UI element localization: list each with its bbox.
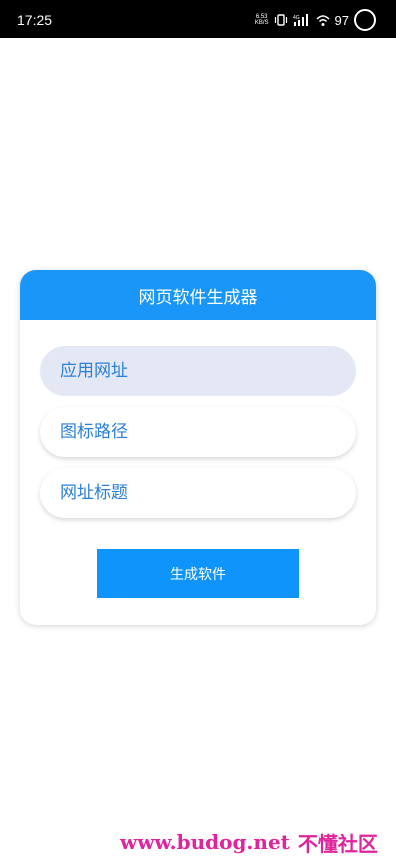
url-title-field[interactable] bbox=[40, 468, 356, 518]
net-speed: 6.53 KB/S bbox=[255, 14, 269, 26]
generator-card: 网页软件生成器 生成软件 bbox=[20, 270, 376, 625]
net-speed-unit: KB/S bbox=[254, 20, 269, 26]
status-time: 17:25 bbox=[17, 12, 53, 28]
vibrate-icon bbox=[274, 14, 287, 26]
status-icons: 6.53 KB/S 4G 97 bbox=[255, 8, 376, 32]
app-url-input[interactable] bbox=[60, 361, 356, 381]
url-title-input[interactable] bbox=[60, 483, 356, 503]
signal-4g-icon: 4G bbox=[293, 14, 308, 26]
wifi-icon bbox=[316, 15, 330, 26]
icon-path-field[interactable] bbox=[40, 407, 356, 457]
status-bar: 17:25 6.53 KB/S 4G 97 bbox=[0, 0, 396, 38]
watermark-text: 不懂社区 bbox=[297, 831, 378, 856]
app-url-field[interactable] bbox=[40, 346, 356, 396]
card-title: 网页软件生成器 bbox=[20, 270, 376, 320]
icon-path-input[interactable] bbox=[60, 422, 356, 442]
battery-level: 97 bbox=[334, 12, 349, 28]
battery-ring-icon bbox=[354, 9, 376, 31]
generate-button[interactable]: 生成软件 bbox=[97, 549, 299, 598]
watermark-url: www.budog.net bbox=[120, 830, 290, 854]
watermark: www.budog.net 不懂社区 bbox=[120, 830, 378, 856]
